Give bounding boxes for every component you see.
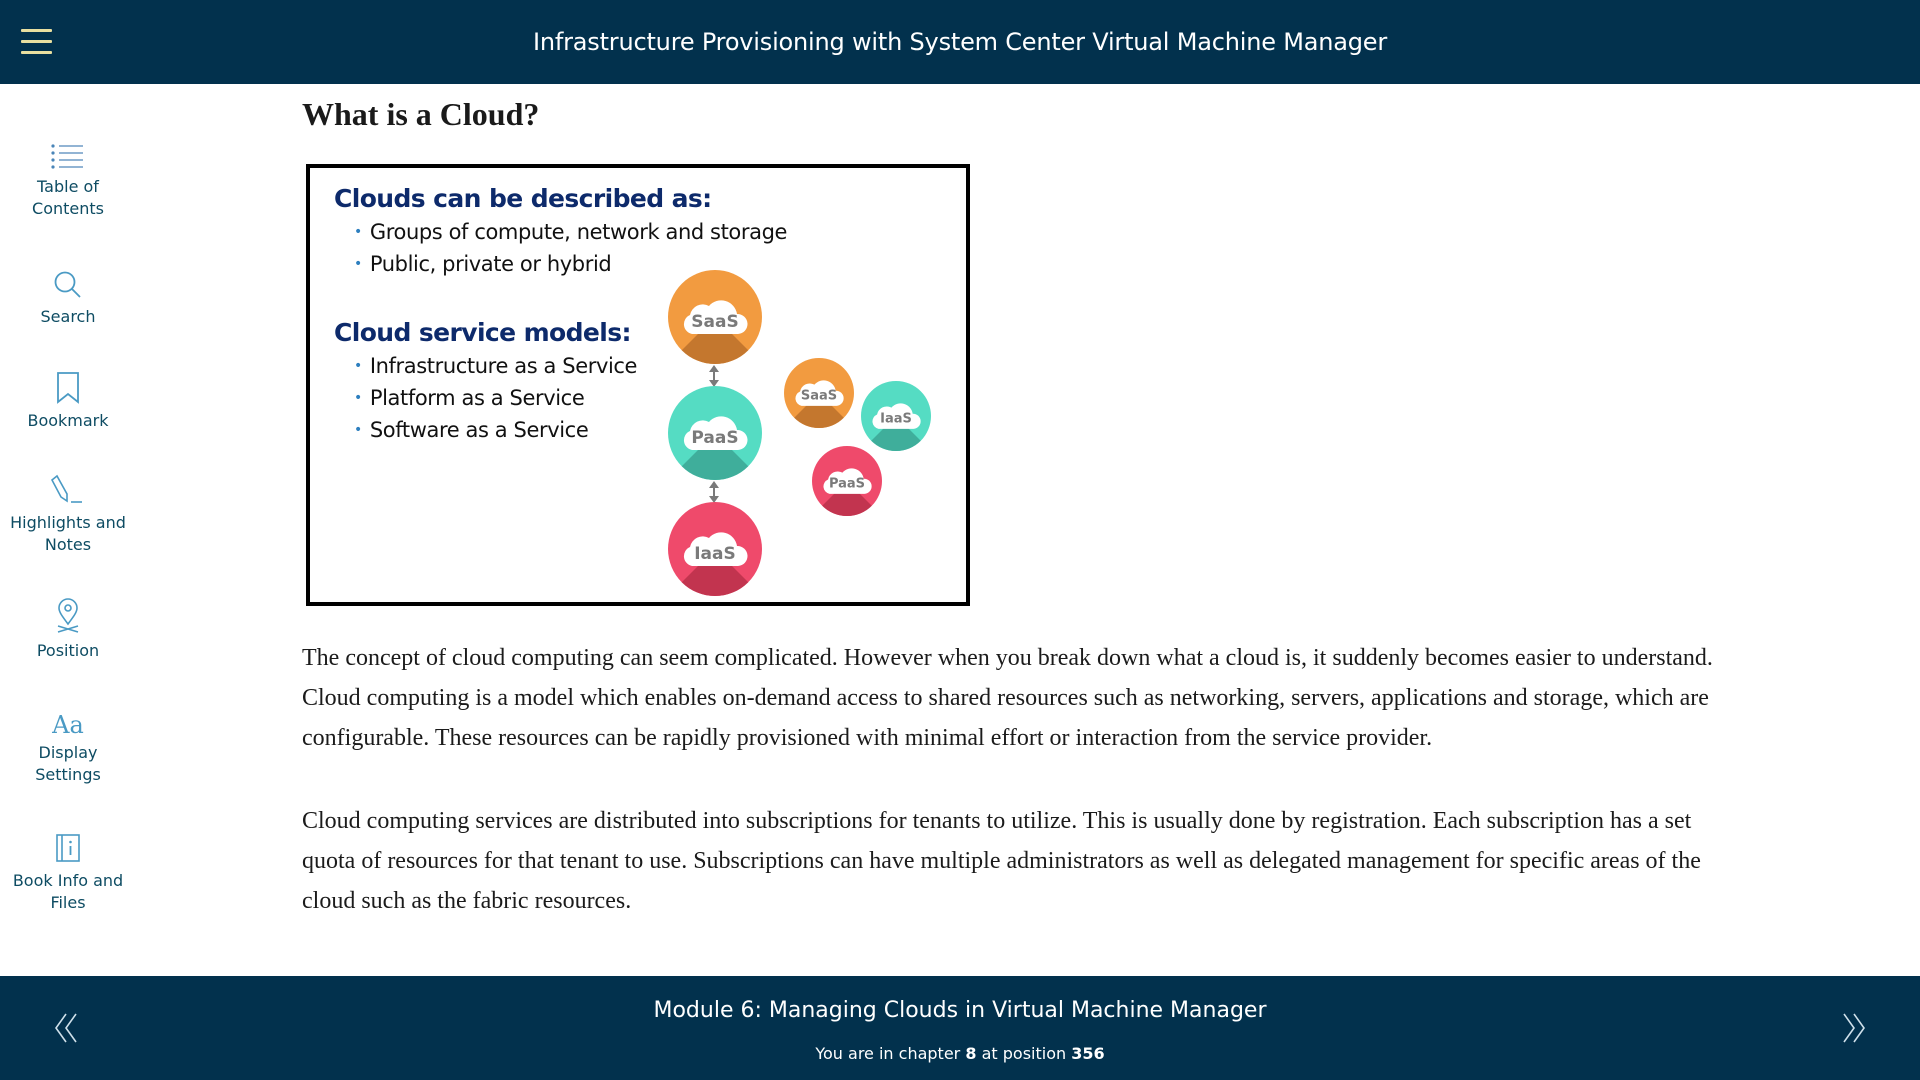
- sidebar-item-highlights-and-notes[interactable]: Highlights and Notes: [0, 474, 136, 556]
- figure-list-item: • Groups of compute, network and storage: [354, 220, 787, 244]
- figure-list-text: Groups of compute, network and storage: [369, 220, 788, 244]
- cloud-icon: PaaS: [682, 414, 748, 452]
- cloud-icon: IaaS: [871, 402, 921, 431]
- sidebar-item-label: Position: [36, 641, 100, 660]
- paas-cloud-circle-small: PaaS: [812, 446, 882, 516]
- cloud-icon: IaaS: [682, 530, 748, 568]
- reading-position: You are in chapter 8 at position 356: [0, 1044, 1920, 1063]
- sidebar: Table of Contents Search Bookmark Highli…: [0, 84, 136, 976]
- sidebar-item-label: Search: [40, 307, 96, 326]
- figure-list-text: Public, private or hybrid: [369, 252, 612, 276]
- figure-heading-clouds-described: Clouds can be described as:: [334, 184, 712, 213]
- cloud-figure: Clouds can be described as: • Groups of c…: [306, 164, 970, 606]
- cloud-icon: SaaS: [794, 379, 844, 408]
- iaas-cloud-circle-small: IaaS: [861, 381, 931, 451]
- saas-cloud-circle-small: SaaS: [784, 358, 854, 428]
- saas-cloud-circle: SaaS: [668, 270, 762, 364]
- position-mid: at position: [981, 1044, 1067, 1063]
- sidebar-item-display-settings[interactable]: Aa Display Settings: [0, 708, 136, 786]
- location-pin-icon: [57, 598, 79, 633]
- figure-list-item: • Public, private or hybrid: [354, 252, 612, 276]
- sidebar-item-label: Table of Contents: [32, 177, 104, 218]
- bullet-icon: •: [354, 256, 362, 272]
- position-number: 356: [1071, 1044, 1105, 1063]
- cloud-icon: SaaS: [682, 298, 748, 336]
- sidebar-item-table-of-contents[interactable]: Table of Contents: [0, 142, 136, 220]
- sidebar-item-search[interactable]: Search: [0, 270, 136, 328]
- figure-list-item: • Platform as a Service: [354, 386, 585, 410]
- bullet-icon: •: [354, 224, 362, 240]
- bookmark-icon: [57, 372, 79, 404]
- chapter-number: 8: [965, 1044, 977, 1063]
- figure-list-text: Platform as a Service: [369, 386, 585, 410]
- bullet-icon: •: [354, 422, 362, 438]
- sidebar-item-label: Book Info and Files: [12, 871, 124, 912]
- paas-cloud-circle: PaaS: [668, 386, 762, 480]
- module-title: Module 6: Managing Clouds in Virtual Mac…: [653, 998, 1267, 1023]
- double-chevron-right-icon: [1843, 1013, 1865, 1043]
- sidebar-item-book-info-and-files[interactable]: Book Info and Files: [0, 832, 136, 914]
- sidebar-item-label: Highlights and Notes: [10, 513, 126, 554]
- figure-list-item: • Software as a Service: [354, 418, 589, 442]
- cloud-label: SaaS: [691, 312, 739, 332]
- double-arrow-icon: [709, 481, 719, 503]
- book-title: Infrastructure Provisioning with System …: [532, 28, 1388, 56]
- cloud-icon: PaaS: [822, 467, 872, 496]
- body-paragraph: The concept of cloud computing can seem …: [302, 645, 1713, 751]
- sidebar-item-bookmark[interactable]: Bookmark: [0, 372, 136, 432]
- book-info-icon: [56, 834, 80, 862]
- iaas-cloud-circle: IaaS: [668, 502, 762, 596]
- figure-list-text: Infrastructure as a Service: [369, 354, 638, 378]
- double-arrow-icon: [709, 365, 719, 387]
- pencil-icon: [50, 474, 82, 503]
- figure-heading-service-models: Cloud service models:: [334, 318, 632, 347]
- cloud-label: IaaS: [880, 411, 912, 427]
- cloud-label: IaaS: [694, 544, 736, 564]
- figure-list-text: Software as a Service: [369, 418, 589, 442]
- sidebar-item-position[interactable]: Position: [0, 598, 136, 662]
- page-heading: What is a Cloud?: [302, 96, 540, 132]
- search-icon: [54, 271, 81, 298]
- bullet-icon: •: [354, 390, 362, 406]
- bottom-bar: Module 6: Managing Clouds in Virtual Mac…: [0, 976, 1920, 1080]
- sidebar-item-label: Display Settings: [35, 743, 101, 784]
- reading-pane: What is a Cloud? Clouds can be described…: [302, 84, 1742, 976]
- cloud-label: SaaS: [800, 388, 838, 404]
- font-aa-icon: Aa: [52, 711, 84, 739]
- sidebar-item-label: Bookmark: [27, 411, 109, 430]
- position-prefix: You are in chapter: [815, 1044, 961, 1063]
- top-bar: Infrastructure Provisioning with System …: [0, 0, 1920, 84]
- figure-list-item: • Infrastructure as a Service: [354, 354, 637, 378]
- list-icon: [51, 144, 83, 169]
- cloud-label: PaaS: [828, 476, 866, 492]
- cloud-label: PaaS: [691, 428, 739, 448]
- body-paragraph: Cloud computing services are distributed…: [302, 808, 1701, 914]
- bullet-icon: •: [354, 358, 362, 374]
- next-page-button[interactable]: [1828, 1006, 1872, 1050]
